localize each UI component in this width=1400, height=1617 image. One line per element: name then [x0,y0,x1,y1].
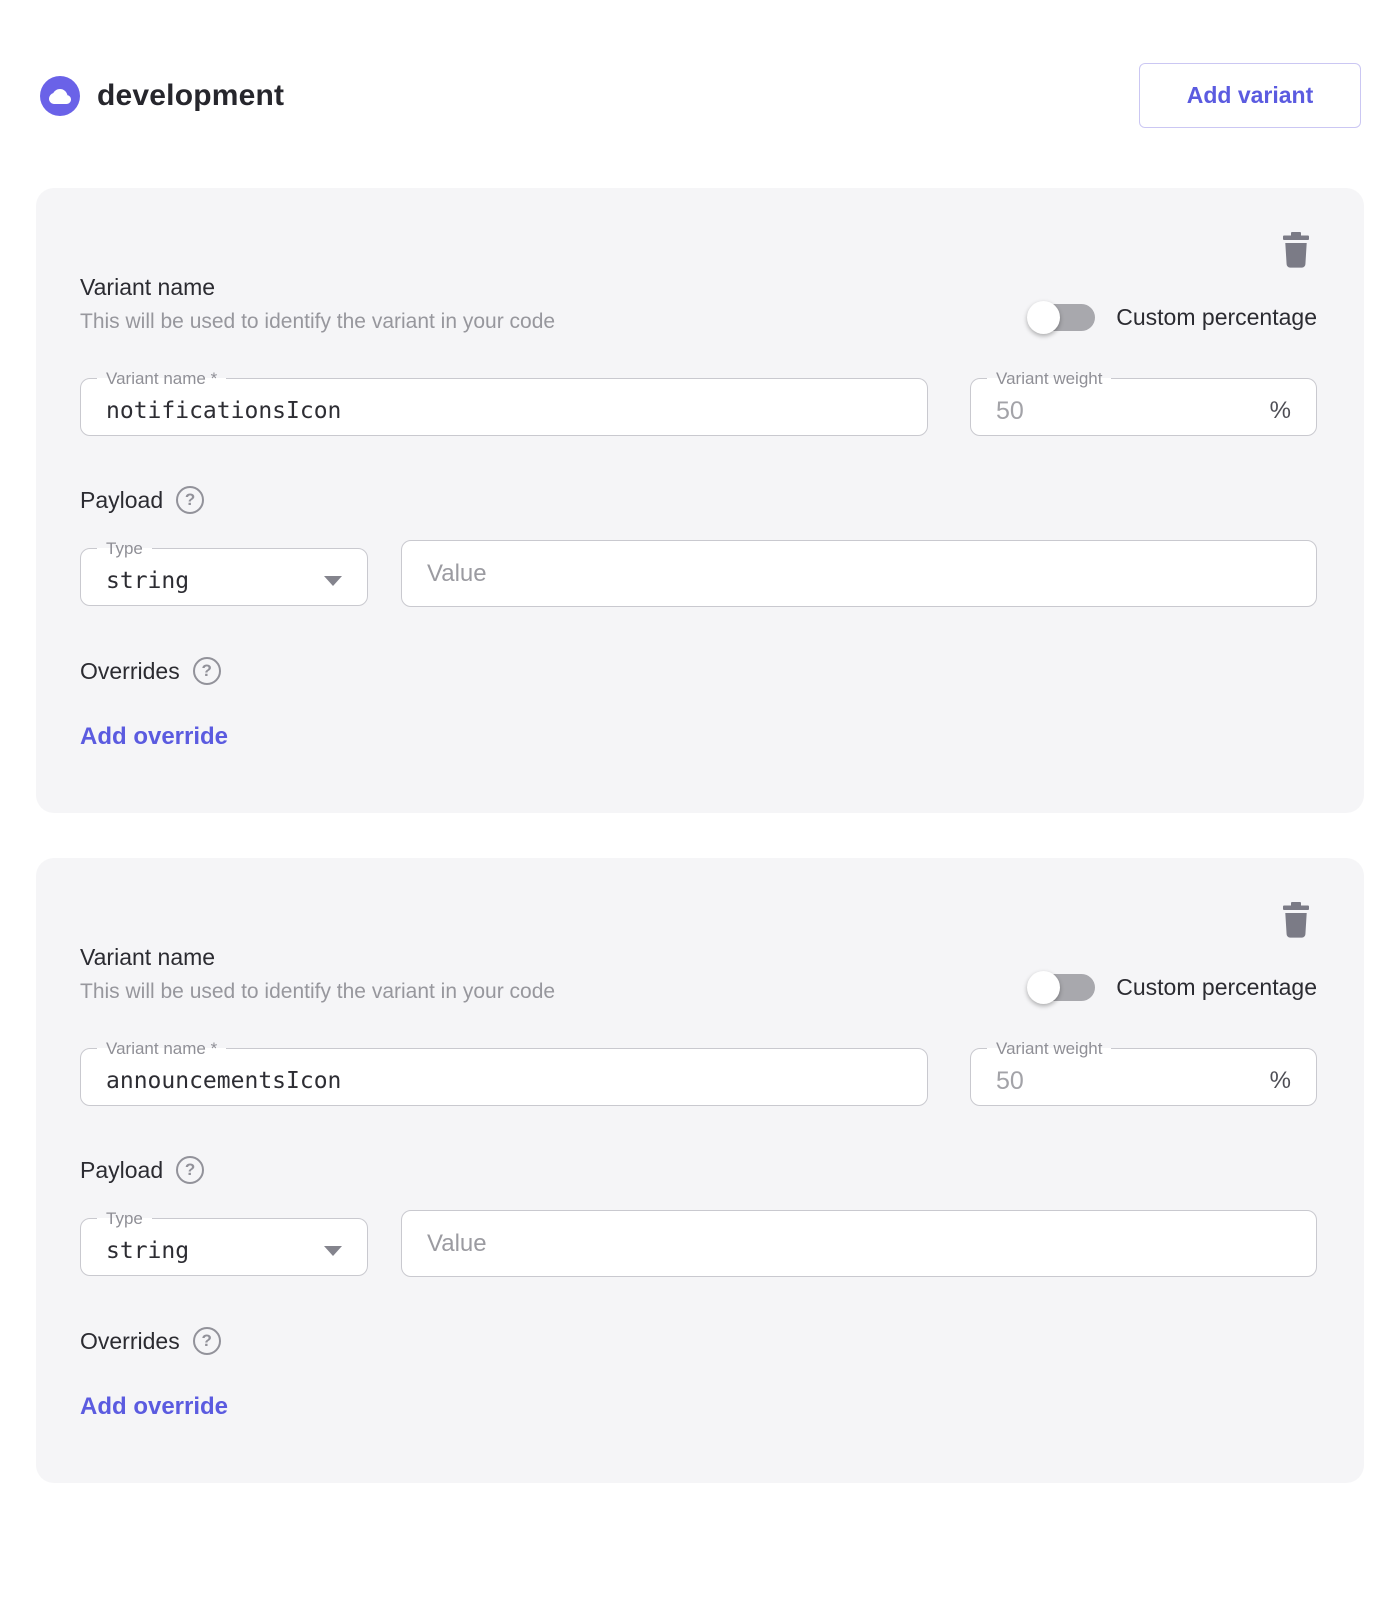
variant-name-field: Variant name * [80,1040,928,1106]
chevron-down-icon [324,576,342,586]
payload-type-label: Type [97,540,152,557]
variant-weight-input[interactable] [996,1067,1270,1096]
variant-name-heading: Variant name [80,944,555,971]
page-title: development [97,79,284,113]
payload-value-input[interactable] [427,560,1291,588]
overrides-label: Overrides [80,1328,180,1355]
overrides-label: Overrides [80,658,180,685]
page-header: development Add variant [40,63,1361,128]
variant-name-field: Variant name * [80,370,928,436]
custom-percentage-label: Custom percentage [1116,974,1317,1001]
variant-weight-input[interactable] [996,397,1270,426]
add-override-link[interactable]: Add override [80,723,228,751]
variant-name-input[interactable] [106,398,902,424]
payload-value-input[interactable] [427,1230,1291,1258]
variant-name-description: This will be used to identify the varian… [80,310,555,334]
variant-weight-field: Variant weight % [970,370,1317,436]
delete-variant-button[interactable] [1281,902,1311,938]
variant-weight-field-label: Variant weight [987,370,1111,387]
variant-name-input[interactable] [106,1068,902,1094]
variant-card: Variant name This will be used to identi… [36,188,1364,813]
overrides-help-icon[interactable]: ? [193,657,221,685]
payload-label: Payload [80,1157,163,1184]
custom-percentage-toggle[interactable] [1029,974,1095,1001]
payload-type-select[interactable]: Type string [80,1210,368,1276]
payload-type-select[interactable]: Type string [80,540,368,606]
trash-icon [1281,926,1311,941]
trash-icon [1281,256,1311,271]
variant-name-field-label: Variant name * [97,370,226,387]
variant-name-description: This will be used to identify the varian… [80,980,555,1004]
add-override-link[interactable]: Add override [80,1393,228,1421]
payload-type-value: string [106,568,189,594]
delete-variant-button[interactable] [1281,232,1311,268]
variant-weight-field-label: Variant weight [987,1040,1111,1057]
add-variant-button[interactable]: Add variant [1139,63,1361,128]
payload-value-field [401,540,1317,607]
variant-card: Variant name This will be used to identi… [36,858,1364,1483]
payload-help-icon[interactable]: ? [176,486,204,514]
custom-percentage-label: Custom percentage [1116,304,1317,331]
payload-label: Payload [80,487,163,514]
variant-name-field-label: Variant name * [97,1040,226,1057]
cloud-icon [40,76,80,116]
variant-weight-field: Variant weight % [970,1040,1317,1106]
payload-help-icon[interactable]: ? [176,1156,204,1184]
custom-percentage-toggle[interactable] [1029,304,1095,331]
overrides-help-icon[interactable]: ? [193,1327,221,1355]
variant-name-heading: Variant name [80,274,555,301]
percent-suffix: % [1270,1067,1291,1095]
chevron-down-icon [324,1246,342,1256]
percent-suffix: % [1270,397,1291,425]
payload-type-value: string [106,1238,189,1264]
payload-type-label: Type [97,1210,152,1227]
payload-value-field [401,1210,1317,1277]
